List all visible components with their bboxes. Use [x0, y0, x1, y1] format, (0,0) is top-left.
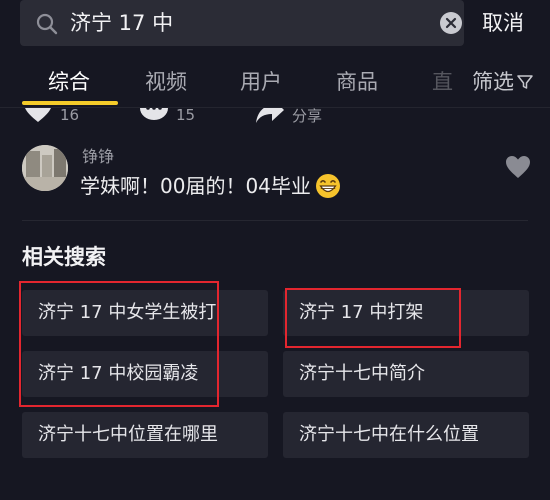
comment-count: 15 — [176, 108, 196, 124]
related-search-item[interactable]: 济宁 17 中女学生被打 — [22, 290, 268, 336]
comment-author[interactable]: 铮铮 — [82, 146, 114, 168]
share-label: 分享 — [292, 108, 323, 125]
related-search-item[interactable]: 济宁 17 中打架 — [283, 290, 529, 336]
related-search-label: 济宁 17 中打架 — [299, 302, 424, 323]
cancel-button[interactable]: 取消 — [482, 8, 524, 38]
related-search-item[interactable]: 济宁十七中在什么位置 — [283, 412, 529, 458]
search-icon — [36, 13, 58, 35]
tab-users[interactable]: 用户 — [240, 68, 282, 96]
heart-icon[interactable] — [505, 155, 531, 179]
related-search-label: 济宁 17 中女学生被打 — [38, 302, 217, 323]
filter-button[interactable]: 筛选 — [472, 68, 533, 96]
search-bar[interactable]: 济宁 17 中 — [20, 0, 464, 46]
related-search-label: 济宁 17 中校园霸凌 — [38, 363, 199, 384]
related-search-label: 济宁十七中简介 — [299, 363, 425, 384]
related-search-label: 济宁十七中位置在哪里 — [38, 424, 218, 445]
like-action[interactable]: 16 — [22, 108, 79, 126]
section-divider — [22, 220, 528, 221]
share-icon — [256, 108, 284, 123]
grinning-face-icon — [315, 174, 340, 198]
tab-products[interactable]: 商品 — [336, 68, 378, 96]
tab-all[interactable]: 综合 — [48, 68, 90, 96]
tab-video[interactable]: 视频 — [145, 68, 187, 96]
related-search-item[interactable]: 济宁十七中简介 — [283, 351, 529, 397]
active-tab-indicator — [22, 101, 118, 105]
tab-live[interactable]: 直 — [432, 68, 453, 96]
search-input[interactable]: 济宁 17 中 — [70, 9, 173, 37]
related-search-item[interactable]: 济宁 17 中校园霸凌 — [22, 351, 268, 397]
post-action-row: 16 15 分享 — [0, 108, 550, 130]
share-action[interactable]: 分享 — [254, 108, 322, 126]
related-search-item[interactable]: 济宁十七中位置在哪里 — [22, 412, 268, 458]
filter-icon — [517, 75, 533, 89]
clear-icon[interactable] — [440, 12, 462, 34]
related-search-label: 济宁十七中在什么位置 — [299, 424, 479, 445]
like-count: 16 — [60, 108, 80, 124]
filter-label: 筛选 — [472, 70, 514, 94]
comment-text: 学妹啊！00届的！04毕业 — [80, 174, 311, 198]
related-searches-title: 相关搜索 — [22, 245, 106, 269]
comment-icon — [140, 108, 168, 120]
comment-body: 学妹啊！00届的！04毕业 — [80, 172, 341, 200]
like-icon — [25, 108, 51, 122]
comment-action[interactable]: 15 — [138, 108, 195, 126]
avatar[interactable] — [22, 145, 68, 191]
avatar-image — [22, 145, 68, 191]
